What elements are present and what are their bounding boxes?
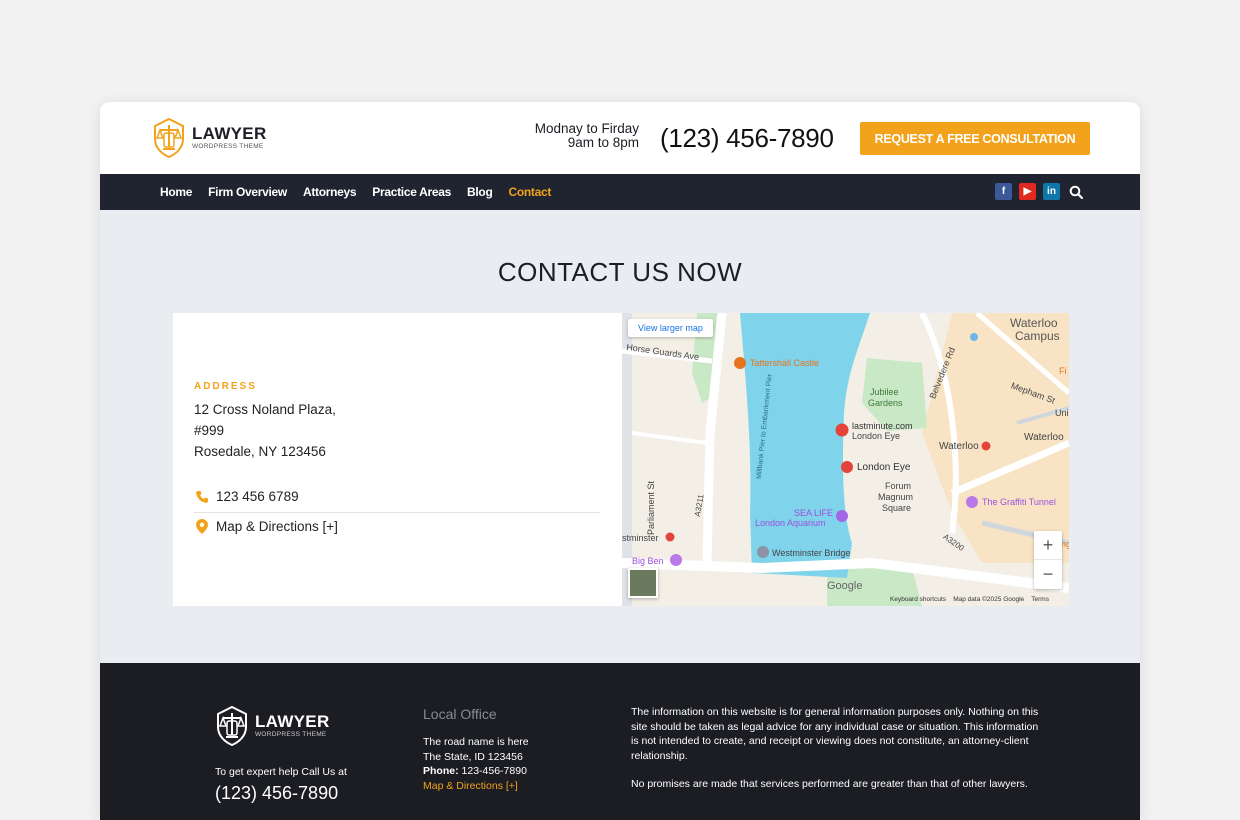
scales-shield-icon <box>217 705 247 747</box>
map-label: Square <box>882 503 912 513</box>
nav-item-contact[interactable]: Contact <box>508 185 551 199</box>
map-directions-link[interactable]: Map & Directions [+] <box>194 519 338 534</box>
footer-phone[interactable]: (123) 456-7890 <box>215 783 338 804</box>
nav-item-blog[interactable]: Blog <box>467 185 493 199</box>
map-label: lastminute.com <box>852 421 913 431</box>
map-label: Tattershall Castle <box>750 358 820 368</box>
map-label: London Eye <box>852 431 901 441</box>
map-label: stminster <box>622 533 659 543</box>
facebook-icon[interactable]: f <box>995 183 1012 200</box>
office-hours: Modnay to Firday 9am to 8pm <box>535 122 639 150</box>
contact-heading: CONTACT US NOW <box>497 257 743 287</box>
browser-page: LAWYER WORDPRESS THEME Modnay to Firday … <box>100 102 1140 820</box>
zoom-in-button[interactable]: + <box>1034 531 1062 560</box>
office-address-line: The State, ID 123456 <box>423 750 523 763</box>
office-address-line: The road name is here <box>423 736 529 748</box>
map-label: Waterloo <box>1010 316 1058 330</box>
nav-menu: Home Firm Overview Attorneys Practice Ar… <box>160 174 567 210</box>
map-attribution[interactable]: Keyboard shortcuts Map data ©2025 Google… <box>890 596 1049 603</box>
map-label: Jubilee <box>870 387 899 397</box>
site-logo[interactable]: LAWYER WORDPRESS THEME <box>152 117 267 159</box>
legal-disclaimer: The information on this website is for g… <box>631 705 1041 792</box>
map-label: The Graffiti Tunnel <box>982 497 1056 507</box>
map-label: SEA LIFE <box>794 508 834 518</box>
map-label: Westminster Bridge <box>772 548 851 558</box>
local-office-heading: Local Office <box>423 706 497 722</box>
local-office-details: The road name is here The State, ID 1234… <box>423 735 529 793</box>
google-logo: Google <box>827 580 863 592</box>
office-phone-value[interactable]: 123-456-7890 <box>462 765 527 777</box>
footer-map-directions-link[interactable]: Map & Directions [+] <box>423 779 529 794</box>
site-footer: LAWYER WORDPRESS THEME To get expert hel… <box>100 663 1140 820</box>
brand-tagline: WORDPRESS THEME <box>192 143 264 150</box>
disclaimer-paragraph: The information on this website is for g… <box>631 706 1039 762</box>
nav-item-attorneys[interactable]: Attorneys <box>303 185 357 199</box>
scales-shield-icon <box>154 117 184 159</box>
nav-item-practice-areas[interactable]: Practice Areas <box>372 185 451 199</box>
nav-item-home[interactable]: Home <box>160 185 192 199</box>
footer-logo[interactable]: LAWYER WORDPRESS THEME <box>215 705 330 747</box>
map-label: Campus <box>1015 329 1060 343</box>
hours-time: 9am to 8pm <box>567 135 639 150</box>
view-larger-map-link[interactable]: View larger map <box>628 319 713 337</box>
map-label: London Eye <box>857 462 911 473</box>
brand-name: LAWYER <box>192 124 267 143</box>
map-label: Waterloo <box>1024 432 1064 443</box>
office-phone-label: Phone: <box>423 765 459 777</box>
address-label: ADDRESS <box>194 381 257 392</box>
contact-phone-text: 123 456 6789 <box>216 489 299 504</box>
youtube-icon[interactable]: ▶ <box>1019 183 1036 200</box>
map-label: Parliament St <box>646 480 657 536</box>
map-label: Magnum <box>878 492 914 502</box>
phone-icon <box>194 490 210 504</box>
request-consultation-button[interactable]: REQUEST A FREE CONSULTATION <box>860 122 1090 155</box>
disclaimer-paragraph: No promises are made that services perfo… <box>631 778 1028 790</box>
address-text: 12 Cross Noland Plaza, #999 Rosedale, NY… <box>194 399 336 462</box>
satellite-toggle[interactable] <box>628 568 658 598</box>
address-line: 12 Cross Noland Plaza, <box>194 402 336 417</box>
address-line: #999 <box>194 423 225 438</box>
address-line: Rosedale, NY 123456 <box>194 444 326 459</box>
search-icon[interactable] <box>1067 183 1084 200</box>
office-phone: Phone: 123-456-7890 <box>423 764 529 779</box>
embedded-google-map[interactable]: View larger map Waterloo Campus Horse Gu… <box>622 313 1069 606</box>
map-label: London Aquarium <box>755 518 826 528</box>
map-label: Gardens <box>868 398 903 408</box>
map-label: Big Ben <box>632 556 664 566</box>
address-card: ADDRESS 12 Cross Noland Plaza, #999 Rose… <box>173 313 622 606</box>
map-label: Fi <box>1059 366 1067 376</box>
map-label: Uni <box>1055 408 1069 418</box>
header-phone[interactable]: (123) 456-7890 <box>660 123 834 154</box>
zoom-controls: + − <box>1034 531 1062 589</box>
main-nav: Home Firm Overview Attorneys Practice Ar… <box>100 174 1140 210</box>
hours-days: Modnay to Firday <box>534 121 639 136</box>
map-label: Waterloo <box>939 441 979 452</box>
divider <box>194 512 600 513</box>
social-links: f ▶ in <box>995 183 1084 200</box>
zoom-out-button[interactable]: − <box>1034 560 1062 589</box>
map-pin-icon <box>194 519 210 534</box>
linkedin-icon[interactable]: in <box>1043 183 1060 200</box>
footer-call-label: To get expert help Call Us at <box>215 766 347 778</box>
site-header: LAWYER WORDPRESS THEME Modnay to Firday … <box>100 102 1140 174</box>
contact-phone[interactable]: 123 456 6789 <box>194 489 299 504</box>
footer-brand-name: LAWYER <box>255 712 330 731</box>
footer-brand-tagline: WORDPRESS THEME <box>255 731 327 738</box>
nav-item-firm-overview[interactable]: Firm Overview <box>208 185 287 199</box>
map-label: Forum <box>885 481 912 491</box>
map-directions-text: Map & Directions [+] <box>216 519 338 534</box>
map-label: ng <box>1061 539 1069 549</box>
